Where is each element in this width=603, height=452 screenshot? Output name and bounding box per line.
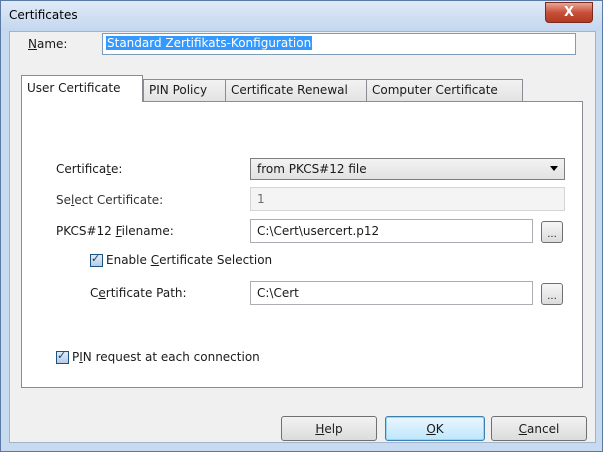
tab-certificate-renewal[interactable]: Certificate Renewal xyxy=(225,79,368,101)
pkcs12-browse-button[interactable]: ... xyxy=(541,221,563,243)
tab-pin-policy[interactable]: PIN Policy xyxy=(143,79,227,101)
select-certificate-label: Select Certificate: xyxy=(56,193,164,207)
window-title: Certificates xyxy=(9,8,78,22)
pin-request-label: PIN request at each connection xyxy=(72,350,260,364)
ok-button[interactable]: OK xyxy=(385,416,485,441)
certificate-label: Certificate: xyxy=(56,162,123,176)
pkcs12-filename-input[interactable]: C:\Cert\usercert.p12 xyxy=(250,219,533,243)
select-certificate-value: 1 xyxy=(257,192,265,206)
enable-cert-selection-checkbox[interactable] xyxy=(90,252,103,267)
tab-computer-certificate[interactable]: Computer Certificate xyxy=(366,79,523,101)
ellipsis-icon: ... xyxy=(547,291,557,302)
certificate-source-value: from PKCS#12 file xyxy=(257,162,367,176)
name-value: Standard Zertifikats-Konfiguration xyxy=(106,36,313,50)
pkcs12-filename-value: C:\Cert\usercert.p12 xyxy=(257,224,380,238)
name-input[interactable]: Standard Zertifikats-Konfiguration xyxy=(102,33,576,55)
user-certificate-panel xyxy=(21,101,583,388)
certificate-path-label: Certificate Path: xyxy=(90,286,187,300)
cancel-button[interactable]: Cancel xyxy=(491,416,587,441)
certificate-path-browse-button[interactable]: ... xyxy=(541,283,563,305)
pin-request-checkbox[interactable] xyxy=(56,349,69,364)
certificates-dialog: Certificates X Name: Standard Zertifikat… xyxy=(0,0,603,452)
pkcs12-filename-label: PKCS#12 Filename: xyxy=(56,224,174,238)
enable-cert-selection-label: Enable Certificate Selection xyxy=(106,253,273,267)
select-certificate-field: 1 xyxy=(250,187,565,211)
title-bar: Certificates X xyxy=(1,1,602,31)
certificate-source-select[interactable]: from PKCS#12 file xyxy=(250,158,565,180)
tab-user-certificate[interactable]: User Certificate xyxy=(21,75,143,102)
ellipsis-icon: ... xyxy=(547,229,557,240)
close-button[interactable]: X xyxy=(545,2,593,23)
certificate-path-value: C:\Cert xyxy=(257,286,299,300)
certificate-path-input[interactable]: C:\Cert xyxy=(250,281,533,305)
help-button[interactable]: Help xyxy=(281,416,377,441)
name-label: Name: xyxy=(28,37,68,51)
chevron-down-icon xyxy=(550,166,558,171)
close-icon: X xyxy=(563,5,575,20)
